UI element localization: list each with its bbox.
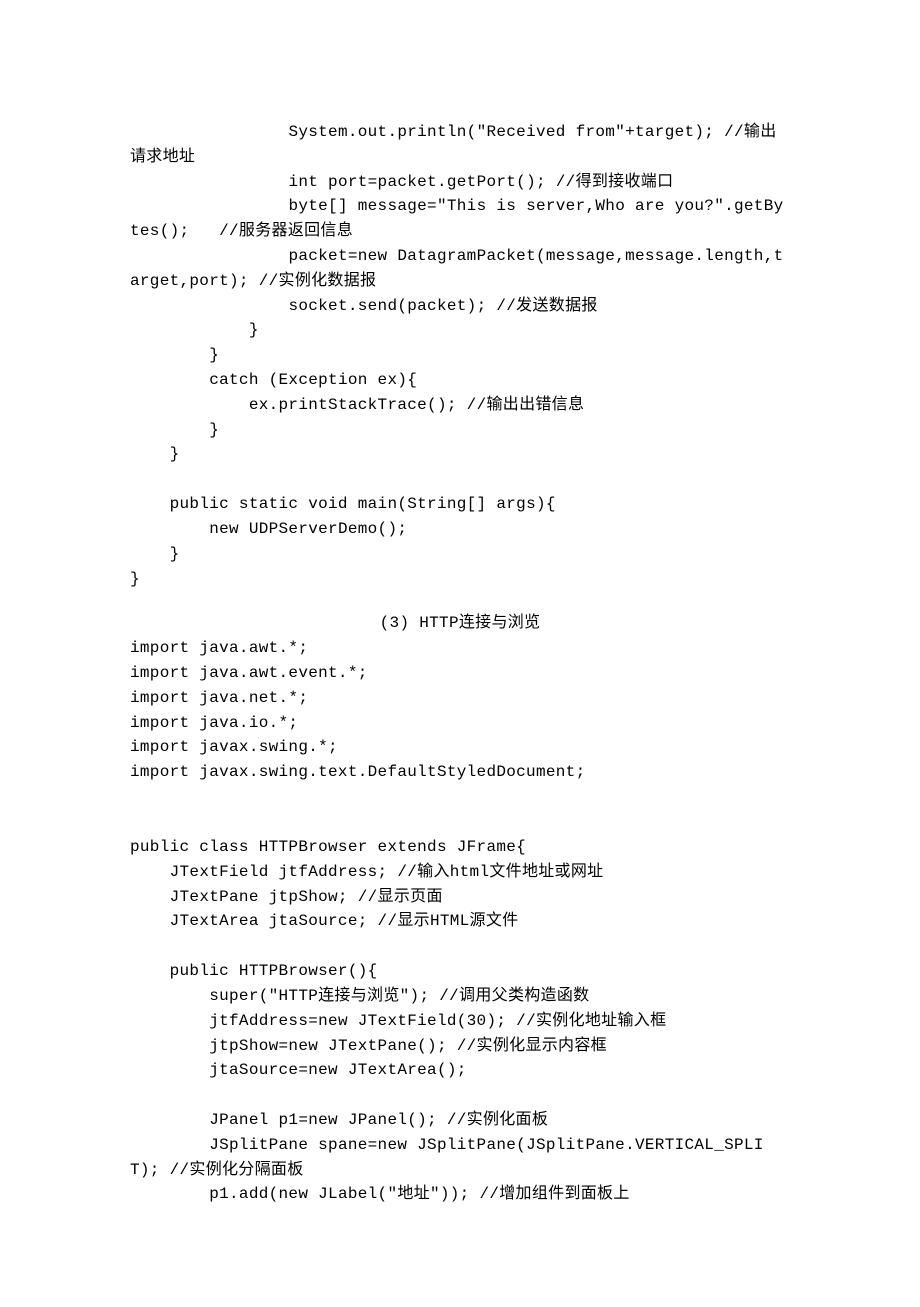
code-line: } <box>130 343 790 368</box>
code-line: } <box>130 542 790 567</box>
code-line: } <box>130 567 790 592</box>
code-line: super("HTTP连接与浏览"); //调用父类构造函数 <box>130 984 790 1009</box>
code-line: import java.net.*; <box>130 686 790 711</box>
code-line: JTextPane jtpShow; //显示页面 <box>130 885 790 910</box>
code-line: JTextArea jtaSource; //显示HTML源文件 <box>130 909 790 934</box>
code-line: import javax.swing.text.DefaultStyledDoc… <box>130 760 790 785</box>
blank-line <box>130 1083 790 1108</box>
code-line: public HTTPBrowser(){ <box>130 959 790 984</box>
code-line: byte[] message="This is server,Who are y… <box>130 194 790 244</box>
blank-line <box>130 785 790 810</box>
code-line: ex.printStackTrace(); //输出出错信息 <box>130 393 790 418</box>
blank-line <box>130 467 790 492</box>
code-line: JSplitPane spane=new JSplitPane(JSplitPa… <box>130 1133 790 1183</box>
code-line: jtpShow=new JTextPane(); //实例化显示内容框 <box>130 1034 790 1059</box>
blank-line <box>130 810 790 835</box>
code-line: import java.awt.*; <box>130 636 790 661</box>
code-line: new UDPServerDemo(); <box>130 517 790 542</box>
code-line: jtaSource=new JTextArea(); <box>130 1058 790 1083</box>
code-line: System.out.println("Received from"+targe… <box>130 120 790 170</box>
blank-line <box>130 934 790 959</box>
code-line: packet=new DatagramPacket(message,messag… <box>130 244 790 294</box>
code-line: p1.add(new JLabel("地址")); //增加组件到面板上 <box>130 1182 790 1207</box>
code-line: import javax.swing.*; <box>130 735 790 760</box>
code-line: JTextField jtfAddress; //输入html文件地址或网址 <box>130 860 790 885</box>
code-line: public static void main(String[] args){ <box>130 492 790 517</box>
code-line: jtfAddress=new JTextField(30); //实例化地址输入… <box>130 1009 790 1034</box>
code-line: import java.awt.event.*; <box>130 661 790 686</box>
code-line: } <box>130 442 790 467</box>
code-line: int port=packet.getPort(); //得到接收端口 <box>130 170 790 195</box>
code-line: } <box>130 318 790 343</box>
code-line: public class HTTPBrowser extends JFrame{ <box>130 835 790 860</box>
section-title: (3) HTTP连接与浏览 <box>130 611 790 636</box>
code-line: } <box>130 418 790 443</box>
code-line: import java.io.*; <box>130 711 790 736</box>
code-line: catch (Exception ex){ <box>130 368 790 393</box>
code-line: JPanel p1=new JPanel(); //实例化面板 <box>130 1108 790 1133</box>
code-line: socket.send(packet); //发送数据报 <box>130 294 790 319</box>
